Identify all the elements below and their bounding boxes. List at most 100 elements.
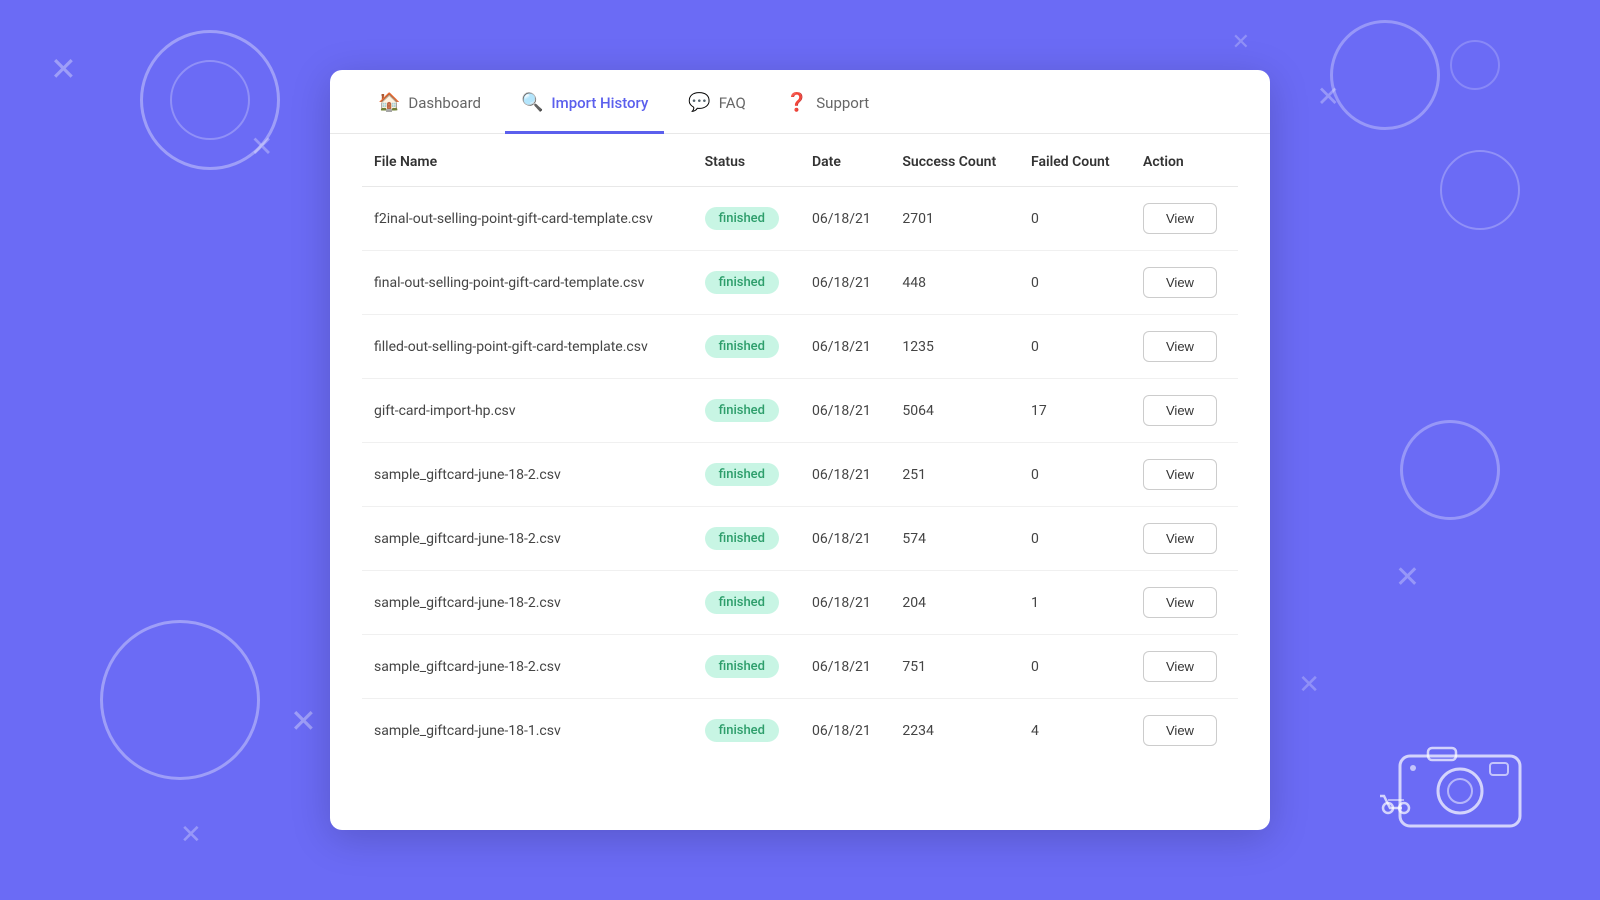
cell-file-name: sample_giftcard-june-18-2.csv bbox=[362, 507, 693, 571]
table-row: sample_giftcard-june-18-2.csv finished 0… bbox=[362, 571, 1238, 635]
cell-action: View bbox=[1131, 507, 1238, 571]
cell-success-count: 1235 bbox=[890, 315, 1019, 379]
table-header-row: File Name Status Date Success Count Fail… bbox=[362, 134, 1238, 187]
cell-action: View bbox=[1131, 635, 1238, 699]
col-action: Action bbox=[1131, 134, 1238, 187]
cell-date: 06/18/21 bbox=[800, 443, 890, 507]
status-badge: finished bbox=[705, 207, 779, 230]
cell-date: 06/18/21 bbox=[800, 635, 890, 699]
cell-status: finished bbox=[693, 187, 800, 251]
cell-date: 06/18/21 bbox=[800, 251, 890, 315]
col-date: Date bbox=[800, 134, 890, 187]
cell-status: finished bbox=[693, 699, 800, 763]
cell-file-name: gift-card-import-hp.csv bbox=[362, 379, 693, 443]
col-file-name: File Name bbox=[362, 134, 693, 187]
view-button[interactable]: View bbox=[1143, 395, 1217, 426]
col-success-count: Success Count bbox=[890, 134, 1019, 187]
tab-support[interactable]: ❓ Support bbox=[770, 70, 885, 134]
tab-import-history[interactable]: 🔍 Import History bbox=[505, 70, 664, 134]
view-button[interactable]: View bbox=[1143, 715, 1217, 746]
tab-dashboard-label: Dashboard bbox=[408, 94, 481, 112]
home-icon: 🏠 bbox=[378, 92, 400, 113]
col-failed-count: Failed Count bbox=[1019, 134, 1131, 187]
view-button[interactable]: View bbox=[1143, 267, 1217, 298]
status-badge: finished bbox=[705, 271, 779, 294]
cell-failed-count: 4 bbox=[1019, 699, 1131, 763]
question-icon: ❓ bbox=[786, 92, 808, 113]
tab-support-label: Support bbox=[816, 94, 869, 112]
chat-icon: 💬 bbox=[688, 92, 710, 113]
view-button[interactable]: View bbox=[1143, 203, 1217, 234]
tab-dashboard[interactable]: 🏠 Dashboard bbox=[362, 70, 497, 134]
cell-failed-count: 0 bbox=[1019, 315, 1131, 379]
cell-date: 06/18/21 bbox=[800, 571, 890, 635]
main-card: 🏠 Dashboard 🔍 Import History 💬 FAQ ❓ Sup… bbox=[330, 70, 1270, 830]
cell-file-name: final-out-selling-point-gift-card-templa… bbox=[362, 251, 693, 315]
cell-status: finished bbox=[693, 379, 800, 443]
tab-faq[interactable]: 💬 FAQ bbox=[672, 70, 762, 134]
cell-action: View bbox=[1131, 571, 1238, 635]
cell-success-count: 251 bbox=[890, 443, 1019, 507]
status-badge: finished bbox=[705, 719, 779, 742]
cell-date: 06/18/21 bbox=[800, 379, 890, 443]
tab-faq-label: FAQ bbox=[719, 94, 746, 112]
cell-success-count: 751 bbox=[890, 635, 1019, 699]
col-status: Status bbox=[693, 134, 800, 187]
cell-status: finished bbox=[693, 571, 800, 635]
view-button[interactable]: View bbox=[1143, 459, 1217, 490]
table-row: sample_giftcard-june-18-2.csv finished 0… bbox=[362, 443, 1238, 507]
view-button[interactable]: View bbox=[1143, 651, 1217, 682]
status-badge: finished bbox=[705, 655, 779, 678]
table-row: sample_giftcard-june-18-2.csv finished 0… bbox=[362, 635, 1238, 699]
cell-action: View bbox=[1131, 187, 1238, 251]
tab-import-history-label: Import History bbox=[551, 94, 648, 112]
import-history-table: File Name Status Date Success Count Fail… bbox=[362, 134, 1238, 762]
nav-tabs: 🏠 Dashboard 🔍 Import History 💬 FAQ ❓ Sup… bbox=[330, 70, 1270, 134]
cell-date: 06/18/21 bbox=[800, 187, 890, 251]
cell-success-count: 5064 bbox=[890, 379, 1019, 443]
search-icon: 🔍 bbox=[521, 92, 543, 113]
cell-success-count: 2234 bbox=[890, 699, 1019, 763]
cell-failed-count: 1 bbox=[1019, 571, 1131, 635]
status-badge: finished bbox=[705, 463, 779, 486]
cell-status: finished bbox=[693, 443, 800, 507]
view-button[interactable]: View bbox=[1143, 523, 1217, 554]
cell-action: View bbox=[1131, 379, 1238, 443]
cell-file-name: filled-out-selling-point-gift-card-templ… bbox=[362, 315, 693, 379]
table-row: sample_giftcard-june-18-2.csv finished 0… bbox=[362, 507, 1238, 571]
cell-failed-count: 0 bbox=[1019, 251, 1131, 315]
cell-file-name: f2inal-out-selling-point-gift-card-templ… bbox=[362, 187, 693, 251]
cell-failed-count: 0 bbox=[1019, 187, 1131, 251]
cell-success-count: 2701 bbox=[890, 187, 1019, 251]
cell-action: View bbox=[1131, 315, 1238, 379]
cell-action: View bbox=[1131, 443, 1238, 507]
table-row: f2inal-out-selling-point-gift-card-templ… bbox=[362, 187, 1238, 251]
cell-status: finished bbox=[693, 251, 800, 315]
cell-file-name: sample_giftcard-june-18-2.csv bbox=[362, 635, 693, 699]
cell-file-name: sample_giftcard-june-18-2.csv bbox=[362, 443, 693, 507]
cell-success-count: 204 bbox=[890, 571, 1019, 635]
table-row: sample_giftcard-june-18-1.csv finished 0… bbox=[362, 699, 1238, 763]
cell-file-name: sample_giftcard-june-18-2.csv bbox=[362, 571, 693, 635]
cell-success-count: 574 bbox=[890, 507, 1019, 571]
table-container: File Name Status Date Success Count Fail… bbox=[330, 134, 1270, 794]
cell-failed-count: 0 bbox=[1019, 443, 1131, 507]
cell-date: 06/18/21 bbox=[800, 507, 890, 571]
cell-status: finished bbox=[693, 635, 800, 699]
cell-file-name: sample_giftcard-june-18-1.csv bbox=[362, 699, 693, 763]
status-badge: finished bbox=[705, 335, 779, 358]
status-badge: finished bbox=[705, 527, 779, 550]
cell-date: 06/18/21 bbox=[800, 315, 890, 379]
table-row: filled-out-selling-point-gift-card-templ… bbox=[362, 315, 1238, 379]
status-badge: finished bbox=[705, 591, 779, 614]
cell-failed-count: 17 bbox=[1019, 379, 1131, 443]
cell-failed-count: 0 bbox=[1019, 507, 1131, 571]
cell-status: finished bbox=[693, 315, 800, 379]
cell-success-count: 448 bbox=[890, 251, 1019, 315]
view-button[interactable]: View bbox=[1143, 587, 1217, 618]
status-badge: finished bbox=[705, 399, 779, 422]
view-button[interactable]: View bbox=[1143, 331, 1217, 362]
table-row: final-out-selling-point-gift-card-templa… bbox=[362, 251, 1238, 315]
cell-action: View bbox=[1131, 251, 1238, 315]
cell-status: finished bbox=[693, 507, 800, 571]
